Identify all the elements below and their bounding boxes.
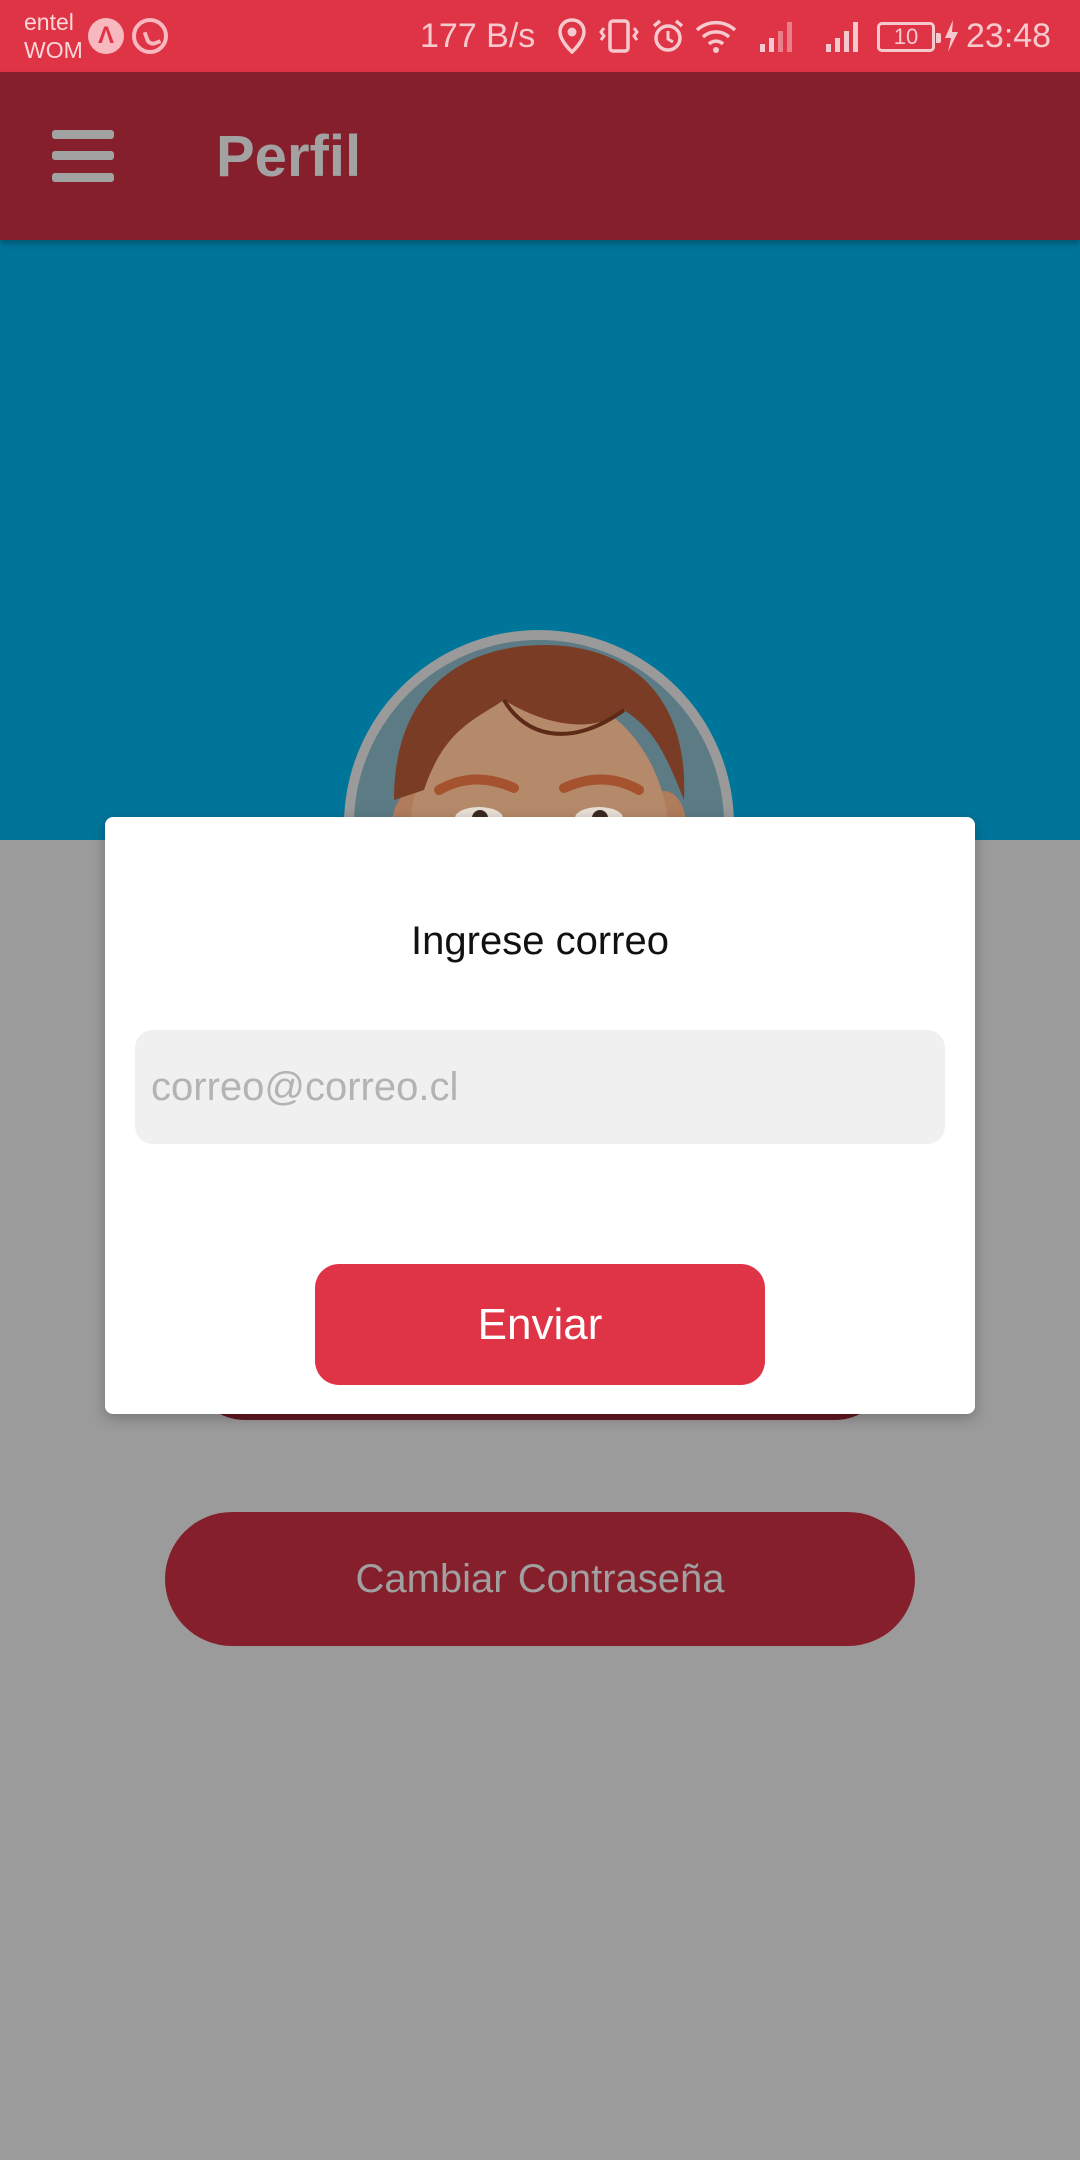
email-dialog: Ingrese correo Enviar <box>105 817 975 1414</box>
email-field[interactable] <box>135 1030 945 1144</box>
network-speed: 177 B/s <box>420 17 536 55</box>
app-bar: Perfil <box>0 72 1080 240</box>
signal-weak-icon <box>758 18 798 54</box>
clock: 23:48 <box>966 17 1052 55</box>
hamburger-menu-icon[interactable] <box>52 130 114 182</box>
dialog-title: Ingrese correo <box>411 919 669 963</box>
carrier-1: entel <box>24 9 74 35</box>
change-password-button[interactable]: Cambiar Contraseña <box>165 1512 915 1646</box>
page-title: Perfil <box>216 124 362 189</box>
signal-icon <box>824 18 864 54</box>
status-bar: entel WOM Λ 177 B/s 10 23:48 <box>0 0 1080 72</box>
app-a-icon: Λ <box>88 18 124 54</box>
charging-icon <box>942 18 960 54</box>
vibrate-icon <box>598 18 640 54</box>
carrier-2: WOM <box>24 37 83 63</box>
alarm-icon <box>650 18 686 54</box>
whatsapp-icon <box>132 18 168 54</box>
battery-icon: 10 <box>877 22 941 52</box>
send-button[interactable]: Enviar <box>315 1264 765 1385</box>
carrier-names: entel WOM <box>24 8 83 64</box>
location-icon <box>558 18 586 54</box>
wifi-icon <box>694 18 738 54</box>
